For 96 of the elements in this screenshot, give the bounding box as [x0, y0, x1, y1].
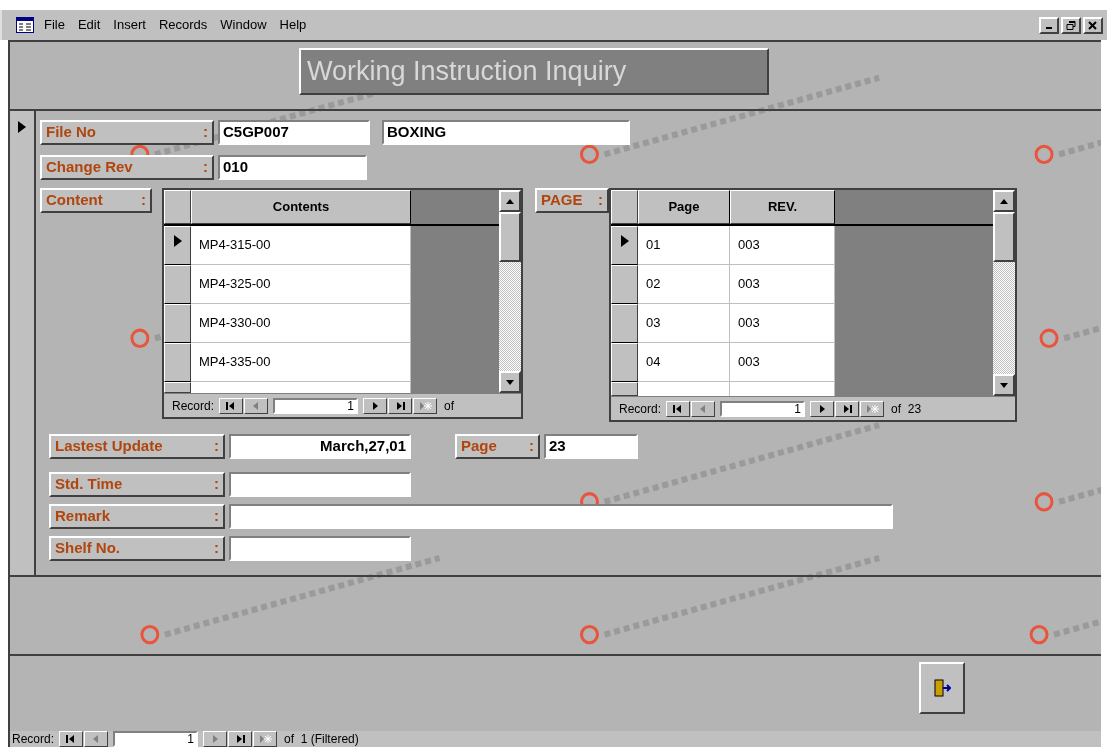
table-cell[interactable]: [730, 382, 835, 396]
menu-item[interactable]: Edit: [77, 15, 101, 35]
close-button[interactable]: [1083, 16, 1103, 34]
down-arrow-icon: [506, 379, 514, 385]
first-record-button[interactable]: [666, 400, 691, 417]
up-arrow-icon: [1000, 198, 1008, 204]
field-label: Remark :: [49, 504, 225, 529]
text-field[interactable]: C5GP007: [218, 120, 370, 145]
column-header[interactable]: Contents: [191, 190, 411, 224]
record-count: of 1 (Filtered): [284, 731, 359, 747]
last-record-button[interactable]: [388, 397, 413, 414]
record-label: Record:: [12, 731, 55, 747]
text-field[interactable]: [229, 504, 893, 529]
field-label: Std. Time :: [49, 472, 225, 497]
row-selector[interactable]: [611, 304, 638, 343]
record-label: Record:: [619, 400, 662, 418]
restore-button[interactable]: [1061, 16, 1081, 34]
table-cell[interactable]: [191, 382, 411, 393]
table-cell[interactable]: 003: [730, 226, 835, 265]
table-cell[interactable]: 003: [730, 343, 835, 382]
text-field[interactable]: 010: [218, 155, 367, 180]
form-title: Working Instruction Inquiry: [299, 48, 769, 95]
scroll-thumb[interactable]: [993, 212, 1015, 262]
field-label: File No :: [40, 120, 214, 145]
row-selector[interactable]: [164, 304, 191, 343]
new-record-arrow-icon: [258, 733, 272, 745]
field-label: Shelf No. :: [49, 536, 225, 561]
minimize-icon: [1046, 27, 1052, 29]
select-all-button[interactable]: [164, 190, 191, 224]
text-field[interactable]: [229, 472, 411, 497]
table-cell[interactable]: 03: [638, 304, 730, 343]
record-label: Record:: [172, 397, 215, 415]
scroll-down-button[interactable]: [993, 374, 1015, 396]
field-label: Page :: [455, 434, 540, 459]
next-record-button[interactable]: [810, 400, 835, 417]
record-number-field[interactable]: 1: [113, 731, 199, 747]
row-selector[interactable]: [611, 382, 638, 396]
last-record-button[interactable]: [835, 400, 860, 417]
text-field[interactable]: 23: [544, 434, 638, 459]
row-selector[interactable]: [611, 265, 638, 304]
table-cell[interactable]: [638, 382, 730, 396]
text-field[interactable]: March,27,01: [229, 434, 411, 459]
exit-button[interactable]: [919, 662, 965, 714]
table-cell[interactable]: 01: [638, 226, 730, 265]
up-arrow-icon: [506, 198, 514, 204]
menu-item[interactable]: Help: [279, 15, 307, 35]
column-header[interactable]: Page: [638, 190, 730, 224]
scrollbar[interactable]: [993, 190, 1015, 396]
scroll-up-button[interactable]: [993, 190, 1015, 212]
table-cell[interactable]: 02: [638, 265, 730, 304]
minimize-button[interactable]: [1039, 16, 1059, 34]
field-label: PAGE :: [535, 188, 609, 213]
next-record-button[interactable]: [363, 397, 388, 414]
row-selector[interactable]: [164, 265, 191, 304]
form-icon[interactable]: [16, 17, 34, 33]
table-cell[interactable]: 04: [638, 343, 730, 382]
door-exit-icon: [933, 679, 951, 697]
last-record-button[interactable]: [228, 731, 253, 747]
text-field[interactable]: [229, 536, 411, 561]
field-label: Content :: [40, 188, 152, 213]
menu-item[interactable]: File: [44, 15, 65, 35]
row-selector[interactable]: [611, 226, 638, 265]
field-label: Change Rev :: [40, 155, 214, 180]
down-arrow-icon: [1000, 382, 1008, 388]
row-selector[interactable]: [611, 343, 638, 382]
menu-item[interactable]: Records: [158, 15, 208, 35]
scroll-down-button[interactable]: [499, 371, 521, 393]
table-cell[interactable]: MP4-315-00: [191, 226, 411, 265]
new-record-arrow-icon: [418, 399, 432, 412]
scrollbar[interactable]: [499, 190, 521, 393]
restore-icon: [1066, 20, 1076, 30]
record-number-field[interactable]: 1: [720, 400, 806, 417]
close-icon: [1088, 20, 1098, 30]
table-cell[interactable]: MP4-330-00: [191, 304, 411, 343]
column-header[interactable]: REV.: [730, 190, 835, 224]
scroll-thumb[interactable]: [499, 212, 521, 262]
new-record-arrow-icon: [865, 402, 879, 415]
table-cell[interactable]: MP4-335-00: [191, 343, 411, 382]
table-cell[interactable]: 003: [730, 265, 835, 304]
row-selector[interactable]: [164, 343, 191, 382]
first-record-button[interactable]: [219, 397, 244, 414]
scroll-up-button[interactable]: [499, 190, 521, 212]
record-number-field[interactable]: 1: [273, 397, 359, 414]
row-selector[interactable]: [164, 226, 191, 265]
first-record-button[interactable]: [59, 731, 84, 747]
current-record-icon: [18, 121, 26, 133]
menu-item[interactable]: Window: [220, 15, 267, 35]
table-cell[interactable]: 003: [730, 304, 835, 343]
text-field[interactable]: BOXING: [382, 120, 630, 145]
table-cell[interactable]: MP4-325-00: [191, 265, 411, 304]
record-count: of 23: [891, 400, 922, 418]
record-count: of: [444, 397, 455, 415]
menu-item[interactable]: Insert: [113, 15, 146, 35]
field-label: Lastest Update :: [49, 434, 225, 459]
row-selector[interactable]: [164, 382, 191, 393]
select-all-button[interactable]: [611, 190, 638, 224]
